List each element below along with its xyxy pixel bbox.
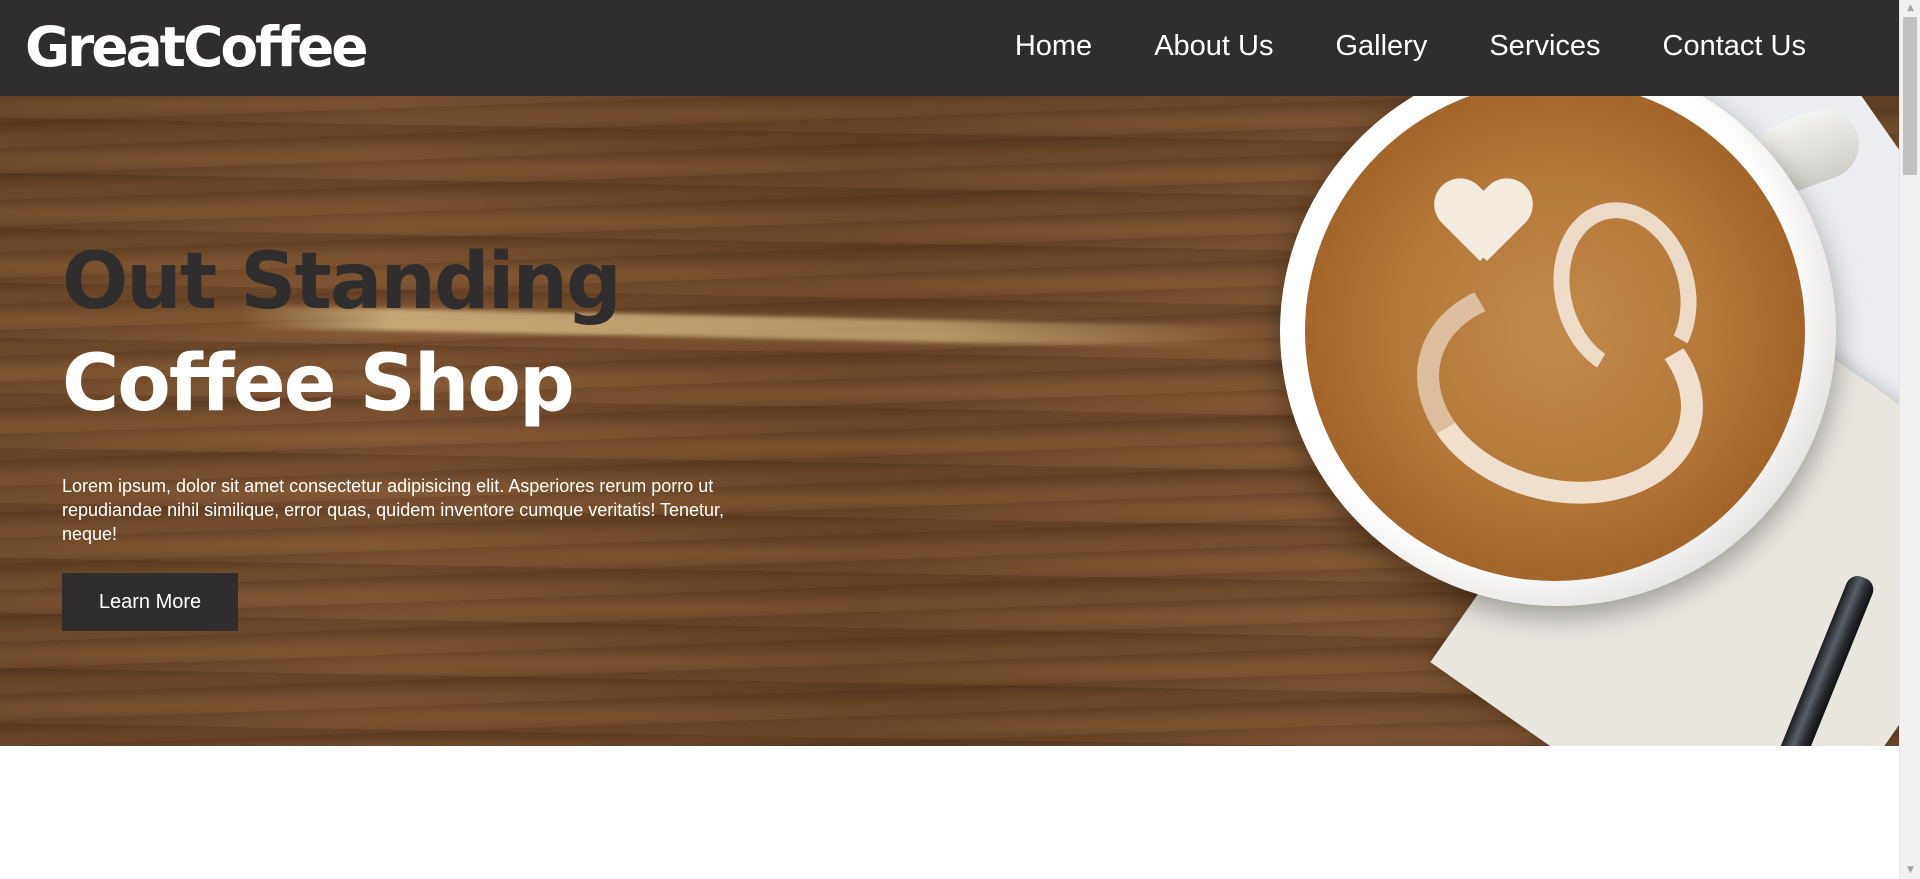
hero-section: Out Standing Coffee Shop Lorem ipsum, do… bbox=[0, 96, 1899, 746]
nav-item-services[interactable]: Services bbox=[1489, 0, 1600, 92]
latte-art bbox=[1305, 96, 1805, 581]
site-logo[interactable]: GreatCoffee bbox=[25, 12, 369, 82]
hero-content: Out Standing Coffee Shop Lorem ipsum, do… bbox=[62, 232, 742, 631]
hero-headline-line1: Out Standing bbox=[62, 237, 622, 327]
nav-item-about-us[interactable]: About Us bbox=[1154, 0, 1273, 92]
nav-item-contact-us[interactable]: Contact Us bbox=[1663, 0, 1806, 92]
scroll-up-arrow-icon[interactable]: ▲ bbox=[1900, 0, 1920, 17]
scroll-down-arrow-icon[interactable]: ▼ bbox=[1900, 862, 1920, 879]
scrollbar-thumb[interactable] bbox=[1903, 17, 1917, 175]
nav-item-gallery[interactable]: Gallery bbox=[1335, 0, 1427, 92]
learn-more-button[interactable]: Learn More bbox=[62, 573, 238, 631]
page: GreatCoffee Home About Us Gallery Servic… bbox=[0, 0, 1899, 879]
main-nav: Home About Us Gallery Services Contact U… bbox=[1015, 0, 1806, 92]
coffee-cup bbox=[1280, 96, 1869, 606]
nav-item-home[interactable]: Home bbox=[1015, 0, 1092, 92]
site-header: GreatCoffee Home About Us Gallery Servic… bbox=[0, 0, 1899, 96]
hero-description: Lorem ipsum, dolor sit amet consectetur … bbox=[62, 476, 725, 544]
hero-headline-line2: Coffee Shop bbox=[62, 339, 575, 429]
vertical-scrollbar[interactable]: ▲ ▼ bbox=[1899, 0, 1920, 879]
foam-heart bbox=[1435, 181, 1525, 276]
